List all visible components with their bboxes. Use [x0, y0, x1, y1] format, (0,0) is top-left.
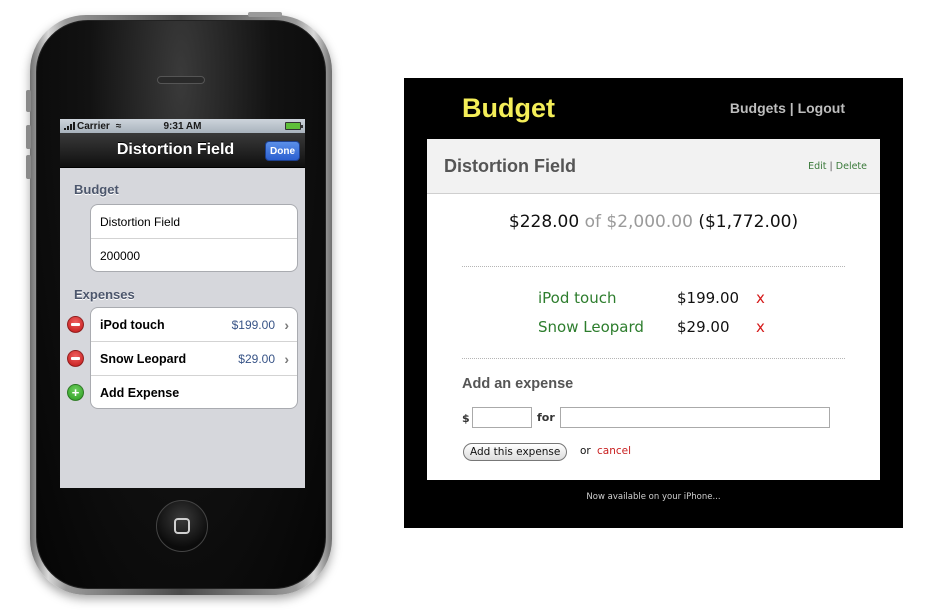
add-expense-button[interactable]: Add this expense — [463, 443, 568, 461]
chevron-right-icon: › — [284, 350, 289, 367]
add-expense-heading: Add an expense — [462, 376, 574, 392]
delete-expense-icon[interactable] — [67, 350, 84, 367]
budget-amount-field[interactable]: 200000 — [91, 239, 297, 271]
expense-amount: $29.00 — [677, 318, 730, 336]
dollar-label: $ — [462, 412, 470, 425]
or-label: or — [580, 445, 591, 457]
expenses-section-label: Expenses — [74, 287, 135, 302]
logout-link[interactable]: Logout — [798, 100, 845, 116]
expense-price: $199.00 — [231, 317, 275, 332]
expense-name: Snow Leopard — [538, 318, 644, 336]
for-label: for — [537, 411, 555, 424]
divider — [462, 358, 845, 359]
delete-link[interactable]: Delete — [836, 161, 867, 172]
budget-title: Distortion Field — [444, 156, 576, 176]
budget-totals: $228.00 of $2,000.00 ($1,772.00) — [427, 212, 880, 232]
expense-name: Snow Leopard — [100, 351, 187, 366]
expense-cell[interactable]: iPod touch $199.00 › — [91, 308, 297, 342]
divider — [462, 266, 845, 267]
footer-text: Now available on your iPhone... — [586, 492, 721, 502]
of-label: of — [584, 212, 601, 232]
budget-fields-group: Distortion Field 200000 — [90, 204, 298, 272]
edit-link[interactable]: Edit — [808, 161, 826, 172]
expenses-group: iPod touch $199.00 › Snow Leopard $29.00… — [90, 307, 298, 409]
status-time: 9:31 AM — [163, 120, 202, 132]
home-button[interactable] — [156, 500, 208, 552]
earpiece-speaker — [157, 76, 205, 84]
add-expense-icon[interactable]: + — [67, 384, 84, 401]
budget-section-label: Budget — [74, 182, 119, 197]
home-square-icon — [174, 518, 190, 534]
brand-logo[interactable]: Budget — [462, 93, 555, 124]
description-input[interactable] — [560, 407, 830, 428]
budgets-link[interactable]: Budgets — [730, 100, 786, 116]
remaining-total: ($1,772.00) — [698, 212, 799, 232]
add-expense-label: Add Expense — [100, 386, 180, 400]
sleep-button — [248, 12, 282, 17]
volume-up-button — [26, 125, 31, 149]
mute-switch — [26, 90, 31, 112]
status-bar: Carrier ≈ 9:31 AM — [60, 119, 305, 133]
battery-icon — [285, 122, 303, 130]
spent-total: $228.00 — [508, 212, 580, 232]
delete-expense-icon[interactable]: x — [756, 289, 765, 307]
delete-expense-icon[interactable] — [67, 316, 84, 333]
expense-name: iPod touch — [100, 317, 165, 332]
cancel-link[interactable]: cancel — [597, 445, 631, 457]
amount-input[interactable] — [472, 407, 532, 428]
budget-name-field[interactable]: Distortion Field — [91, 205, 297, 239]
card-header: Distortion Field Edit | Delete — [427, 139, 880, 194]
expense-amount: $199.00 — [677, 289, 740, 307]
budget-card: Distortion Field Edit | Delete $228.00 o… — [427, 139, 880, 480]
nav-title: Distortion Field — [116, 141, 235, 158]
card-actions: Edit | Delete — [808, 161, 867, 172]
done-button[interactable]: Done — [265, 141, 300, 161]
expense-name: iPod touch — [538, 289, 617, 307]
web-app: Budget Budgets | Logout Distortion Field… — [404, 78, 903, 528]
delete-expense-icon[interactable]: x — [756, 318, 765, 336]
chevron-right-icon: › — [284, 316, 289, 333]
phone-screen: Carrier ≈ 9:31 AM Distortion Field Done … — [60, 119, 305, 488]
volume-down-button — [26, 155, 31, 179]
add-expense-cell[interactable]: Add Expense — [91, 376, 297, 408]
budget-total: $2,000.00 — [606, 212, 693, 232]
link-separator: | — [829, 161, 833, 172]
expense-price: $29.00 — [238, 351, 275, 366]
expense-cell[interactable]: Snow Leopard $29.00 › — [91, 342, 297, 376]
top-nav: Budgets | Logout — [730, 100, 845, 116]
nav-bar: Distortion Field Done — [60, 133, 305, 168]
nav-separator: | — [789, 100, 794, 116]
